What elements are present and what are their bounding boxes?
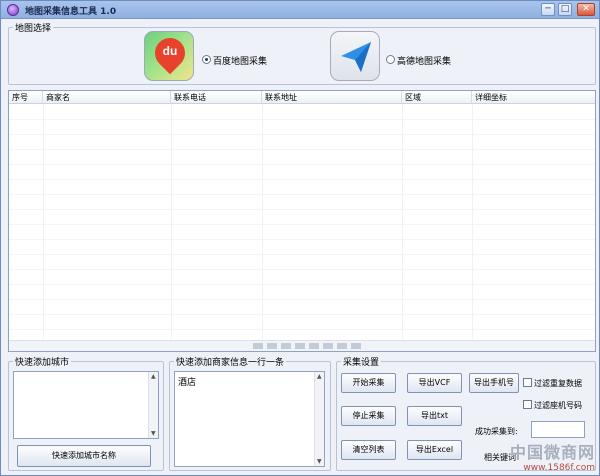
column-header-address[interactable]: 联系地址 <box>262 91 402 104</box>
table-row-divider <box>9 149 595 150</box>
stop-collect-button[interactable]: 停止采集 <box>341 406 396 426</box>
column-divider <box>171 104 172 339</box>
column-header-name[interactable]: 商家名 <box>43 91 171 104</box>
scroll-up-icon[interactable]: ▲ <box>151 373 156 380</box>
title-bar[interactable]: 地图采集信息工具 1.0 ─ □ ✕ <box>1 1 599 19</box>
table-row-divider <box>9 119 595 120</box>
city-input[interactable] <box>13 371 159 439</box>
window-title: 地图采集信息工具 1.0 <box>25 7 117 17</box>
table-row-divider <box>9 269 595 270</box>
table-row-divider <box>9 239 595 240</box>
success-count-field[interactable] <box>531 421 585 438</box>
clear-list-button[interactable]: 清空列表 <box>341 440 396 460</box>
table-row-divider <box>9 284 595 285</box>
table-row-divider <box>9 224 595 225</box>
table-row-divider <box>9 299 595 300</box>
map-select-legend: 地图选择 <box>15 24 52 34</box>
horizontal-scrollbar[interactable] <box>9 340 595 351</box>
table-row-divider <box>9 134 595 135</box>
city-input-scrollbar[interactable]: ▲ ▼ <box>148 372 158 438</box>
gaode-radio[interactable] <box>386 55 395 64</box>
scroll-down-icon[interactable]: ▼ <box>317 458 322 465</box>
close-button[interactable]: ✕ <box>577 3 595 16</box>
start-collect-button[interactable]: 开始采集 <box>341 373 396 393</box>
map-select-group: 地图选择 <box>8 21 596 85</box>
table-row-divider <box>9 254 595 255</box>
minimize-button[interactable]: ─ <box>541 3 555 16</box>
gaode-map-icon[interactable] <box>330 31 380 81</box>
landline-checkbox-label[interactable]: 过滤座机号码 <box>534 400 582 411</box>
baidu-radio-label[interactable]: 百度地图采集 <box>213 54 267 67</box>
export-txt-button[interactable]: 导出txt <box>407 406 462 426</box>
app-icon <box>7 4 19 16</box>
table-header: 序号 商家名 联系电话 联系地址 区域 详细坐标 <box>9 91 595 104</box>
table-row-divider <box>9 314 595 315</box>
column-divider <box>262 104 263 339</box>
table-row-divider <box>9 164 595 165</box>
column-header-region[interactable]: 区域 <box>402 91 472 104</box>
watermark-url: www.1586f.com <box>523 463 595 473</box>
table-row-divider <box>9 329 595 330</box>
column-header-index[interactable]: 序号 <box>9 91 43 104</box>
baidu-radio[interactable] <box>202 55 211 64</box>
gaode-radio-label[interactable]: 高德地图采集 <box>397 54 451 67</box>
watermark-text: 中国微商网 <box>509 443 595 462</box>
export-excel-button[interactable]: 导出Excel <box>407 440 462 460</box>
dedupe-checkbox[interactable] <box>523 378 532 387</box>
merchant-input[interactable]: 酒店 <box>174 371 325 467</box>
scroll-down-icon[interactable]: ▼ <box>151 430 156 437</box>
city-group-legend: 快速添加城市 <box>15 358 70 368</box>
merchant-input-scrollbar[interactable]: ▲ ▼ <box>314 372 324 466</box>
success-count-label: 成功采集到: <box>475 427 518 436</box>
export-phone-button[interactable]: 导出手机号 <box>469 373 519 393</box>
table-row-divider <box>9 194 595 195</box>
results-table[interactable]: 序号 商家名 联系电话 联系地址 区域 详细坐标 <box>8 90 596 352</box>
landline-checkbox[interactable] <box>523 400 532 409</box>
column-divider <box>472 104 473 339</box>
table-row-divider <box>9 179 595 180</box>
merchant-group-legend: 快速添加商家信息一行一条 <box>176 358 285 368</box>
collect-settings-legend: 采集设置 <box>343 358 380 368</box>
column-header-coordinates[interactable]: 详细坐标 <box>472 91 595 104</box>
scrollbar-thumb[interactable] <box>253 343 363 349</box>
column-divider <box>43 104 44 339</box>
baidu-logo-text: du <box>162 44 178 58</box>
export-vcf-button[interactable]: 导出VCF <box>407 373 462 393</box>
paper-plane-icon <box>341 42 371 72</box>
scroll-up-icon[interactable]: ▲ <box>317 373 322 380</box>
add-city-button[interactable]: 快速添加城市名称 <box>17 445 151 467</box>
column-header-phone[interactable]: 联系电话 <box>171 91 262 104</box>
watermark: 中国微商网 www.1586f.com <box>510 439 595 473</box>
dedupe-checkbox-label[interactable]: 过滤重复数据 <box>534 378 582 389</box>
maximize-button[interactable]: □ <box>558 3 572 16</box>
app-window: 地图采集信息工具 1.0 ─ □ ✕ 地图选择 du 百度地图采集 高德地图采集… <box>0 0 600 476</box>
column-divider <box>402 104 403 339</box>
baidu-map-icon[interactable]: du <box>144 31 194 81</box>
table-row-divider <box>9 209 595 210</box>
